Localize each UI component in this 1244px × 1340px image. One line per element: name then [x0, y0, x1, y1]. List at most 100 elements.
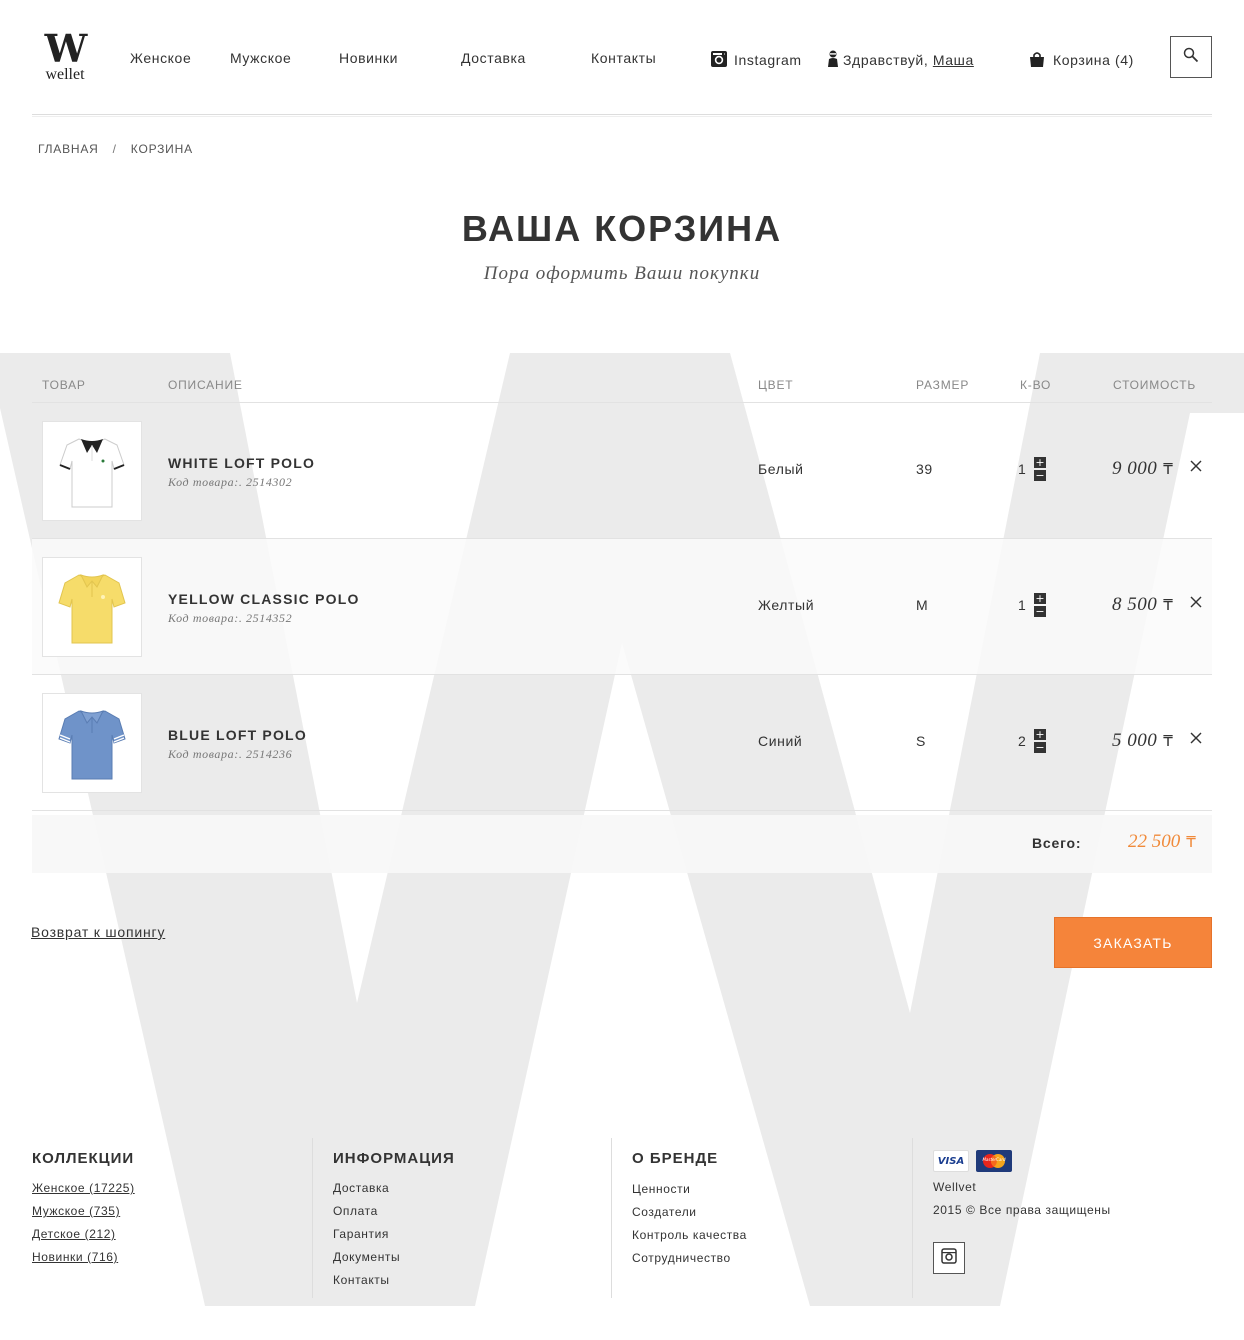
logo-wordmark: wellet	[45, 66, 85, 83]
breadcrumb-separator: /	[112, 142, 117, 156]
footer-link[interactable]: Новинки (716)	[32, 1249, 135, 1272]
cart-total-bar: Всего: 22 500 ₸	[32, 815, 1212, 873]
footer-link[interactable]: Женское (17225)	[32, 1180, 135, 1203]
nav-women[interactable]: Женское	[130, 50, 191, 66]
quantity-stepper: + −	[1034, 593, 1046, 619]
footer-link[interactable]: Ценности	[632, 1181, 747, 1204]
footer-instagram-button[interactable]	[933, 1242, 965, 1274]
breadcrumb: ГЛАВНАЯ / КОРЗИНА	[38, 142, 193, 156]
footer-link[interactable]: Контроль качества	[632, 1227, 747, 1250]
breadcrumb-current: КОРЗИНА	[130, 142, 193, 156]
quantity-stepper: + −	[1034, 729, 1046, 755]
price-value: 9 000	[1112, 458, 1158, 479]
close-icon	[1190, 596, 1202, 608]
site-header: W wellet Женское Мужское Новинки Доставк…	[0, 0, 1244, 117]
product-code: Код товара:. 2514352	[168, 611, 293, 625]
cart-row: BLUE LOFT POLO Код товара:. 2514236 Сини…	[32, 675, 1212, 811]
qty-increase-button[interactable]: +	[1034, 729, 1046, 740]
footer-collections-list: Женское (17225) Мужское (735) Детское (2…	[32, 1180, 135, 1272]
instagram-icon	[710, 50, 728, 71]
qty-decrease-button[interactable]: −	[1034, 742, 1046, 753]
product-qty: 1	[1018, 597, 1027, 613]
cart-table-header: ТОВАР ОПИСАНИЕ ЦВЕТ РАЗМЕР К-ВО СТОИМОСТ…	[32, 353, 1212, 403]
footer-brand-title: О БРЕНДЕ	[632, 1150, 719, 1167]
qty-increase-button[interactable]: +	[1034, 593, 1046, 604]
footer-info-title: ИНФОРМАЦИЯ	[333, 1150, 455, 1167]
product-image-yellow-polo[interactable]	[42, 557, 142, 657]
search-button[interactable]	[1170, 36, 1212, 78]
product-size: S	[916, 733, 926, 749]
total-amount: 22 500	[1128, 831, 1181, 852]
product-color: Белый	[758, 461, 804, 477]
product-image-blue-polo[interactable]	[42, 693, 142, 793]
remove-item-button[interactable]	[1189, 595, 1203, 609]
product-color: Синий	[758, 733, 803, 749]
tenge-currency-icon: ₸	[1163, 596, 1174, 614]
cart-row: WHITE LOFT POLO Код товара:. 2514302 Бел…	[32, 403, 1212, 539]
product-color: Желтый	[758, 597, 815, 613]
header-qty: К-ВО	[1020, 378, 1052, 392]
close-icon	[1190, 460, 1202, 472]
user-name-link[interactable]: Маша	[933, 52, 974, 68]
footer-collections: КОЛЛЕКЦИИ Женское (17225) Мужское (735) …	[32, 1138, 312, 1298]
product-qty: 2	[1018, 733, 1027, 749]
mastercard-icon: MasterCard	[976, 1150, 1012, 1172]
nav-contacts[interactable]: Контакты	[591, 50, 656, 66]
nav-instagram[interactable]: Instagram	[710, 50, 802, 71]
quantity-stepper: + −	[1034, 457, 1046, 483]
greeting-text: Здравствуй,	[843, 52, 933, 68]
order-button[interactable]: ЗАКАЗАТЬ	[1054, 917, 1212, 968]
nav-instagram-label: Instagram	[734, 52, 802, 68]
footer-link[interactable]: Контакты	[333, 1272, 400, 1295]
remove-item-button[interactable]	[1189, 731, 1203, 745]
footer-link[interactable]: Детское (212)	[32, 1226, 135, 1249]
brand-logo[interactable]: W wellet	[40, 26, 90, 83]
visa-label: VISA	[937, 1155, 965, 1167]
header-product: ТОВАР	[42, 378, 86, 392]
footer-link[interactable]: Гарантия	[333, 1226, 400, 1249]
product-image-white-polo[interactable]	[42, 421, 142, 521]
footer-link[interactable]: Оплата	[333, 1203, 400, 1226]
product-size: M	[916, 597, 929, 613]
user-icon	[827, 50, 839, 71]
footer-link[interactable]: Сотрудничество	[632, 1250, 747, 1273]
breadcrumb-home[interactable]: ГЛАВНАЯ	[38, 142, 99, 156]
product-name[interactable]: YELLOW CLASSIC POLO	[168, 591, 360, 607]
qty-decrease-button[interactable]: −	[1034, 470, 1046, 481]
footer-link[interactable]: Мужское (735)	[32, 1203, 135, 1226]
product-name[interactable]: WHITE LOFT POLO	[168, 455, 315, 471]
nav-user[interactable]: Здравствуй, Маша	[827, 50, 974, 71]
cart-table: ТОВАР ОПИСАНИЕ ЦВЕТ РАЗМЕР К-ВО СТОИМОСТ…	[32, 353, 1212, 873]
header-divider	[32, 114, 1212, 117]
product-code: Код товара:. 2514236	[168, 747, 293, 761]
footer-info: ИНФОРМАЦИЯ Доставка Оплата Гарантия Доку…	[312, 1138, 612, 1298]
footer-link[interactable]: Создатели	[632, 1204, 747, 1227]
header-size: РАЗМЕР	[916, 378, 970, 392]
tenge-currency-icon: ₸	[1163, 732, 1174, 750]
header-color: ЦВЕТ	[758, 378, 794, 392]
nav-men[interactable]: Мужское	[230, 50, 291, 66]
nav-new[interactable]: Новинки	[339, 50, 398, 66]
product-price: 5 000 ₸	[1112, 730, 1173, 752]
page-subtitle: Пора оформить Ваши покупки	[483, 263, 761, 284]
close-icon	[1190, 732, 1202, 744]
tenge-currency-icon: ₸	[1186, 833, 1196, 851]
nav-delivery[interactable]: Доставка	[461, 50, 526, 66]
site-footer: КОЛЛЕКЦИИ Женское (17225) Мужское (735) …	[0, 1138, 1244, 1298]
qty-decrease-button[interactable]: −	[1034, 606, 1046, 617]
copyright-text: 2015 © Все права защищены	[933, 1203, 1111, 1217]
footer-link[interactable]: Доставка	[333, 1180, 400, 1203]
total-label: Всего:	[1032, 835, 1082, 851]
tenge-currency-icon: ₸	[1163, 460, 1174, 478]
qty-increase-button[interactable]: +	[1034, 457, 1046, 468]
nav-cart[interactable]: Корзина (4)	[1029, 51, 1134, 71]
remove-item-button[interactable]	[1189, 459, 1203, 473]
header-cost: СТОИМОСТЬ	[1113, 378, 1197, 392]
search-icon	[1183, 47, 1199, 68]
visa-icon: VISA	[933, 1150, 969, 1172]
footer-link[interactable]: Документы	[333, 1249, 400, 1272]
product-name[interactable]: BLUE LOFT POLO	[168, 727, 307, 743]
back-to-shopping-link[interactable]: Возврат к шопингу	[31, 924, 165, 940]
logo-mark: W	[44, 26, 88, 71]
total-value: 22 500 ₸	[1128, 831, 1196, 853]
